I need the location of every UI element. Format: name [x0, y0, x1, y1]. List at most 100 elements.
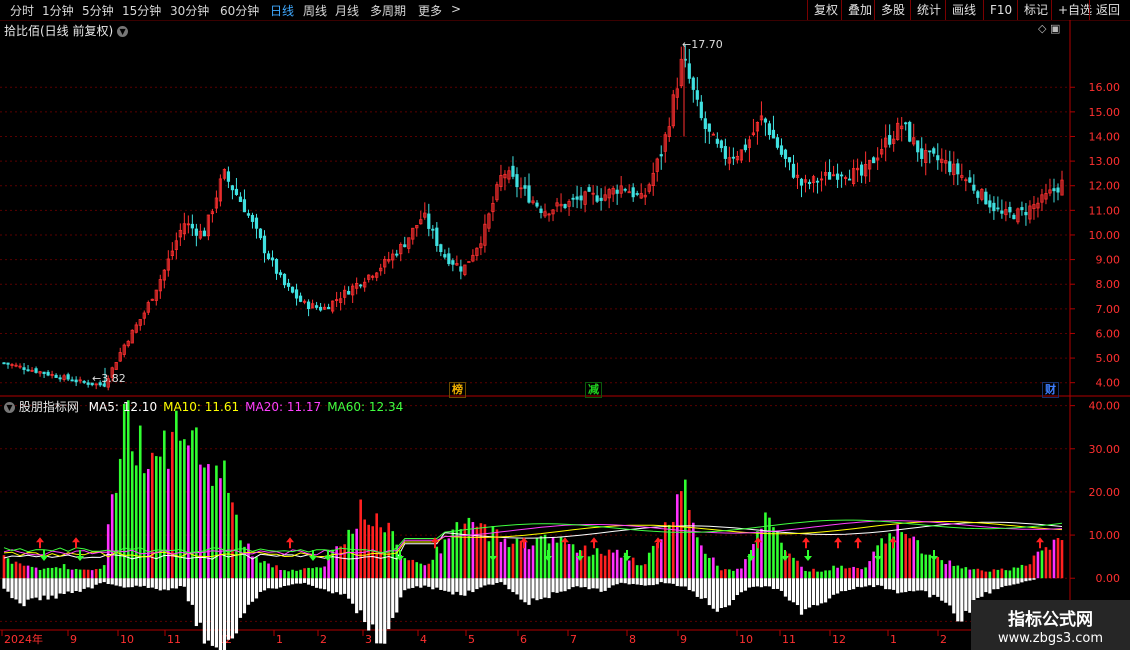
indicator-bar-neg	[715, 578, 719, 612]
watermark-line1: 指标公式网	[1008, 610, 1093, 630]
indicator-bar-pos	[463, 523, 467, 579]
marker-cai[interactable]: 财	[1042, 382, 1059, 398]
indicator-bar-neg	[130, 578, 134, 588]
indicator-bar-pos	[307, 567, 310, 579]
indicator-bar-neg	[723, 578, 727, 608]
time-axis-label: 10	[120, 633, 134, 646]
price-tick-label: 10.00	[1089, 229, 1121, 242]
indicator-bar-pos	[207, 464, 210, 579]
indicator-bar-pos	[948, 560, 952, 579]
candle-body	[563, 204, 567, 209]
indicator-bar-pos	[1028, 564, 1032, 579]
indicator-bar-neg	[1000, 578, 1004, 588]
indicator-bar-neg	[539, 578, 543, 600]
indicator-bar-neg	[194, 578, 198, 627]
candle-body	[904, 122, 908, 125]
indicator-bar-pos	[804, 570, 807, 579]
candle-body	[202, 230, 206, 237]
indicator-bar-neg	[22, 578, 26, 607]
indicator-bar-neg	[759, 578, 764, 588]
candle-body	[936, 155, 940, 161]
indicator-bar-pos	[219, 478, 222, 579]
indicator-bar-pos	[712, 557, 715, 579]
indicator-bar-neg	[615, 578, 619, 585]
indicator-bar-pos	[363, 519, 366, 579]
indicator-bar-neg	[335, 578, 339, 593]
indicator-bar-pos	[1060, 540, 1064, 579]
candle-body	[431, 228, 435, 231]
candle-body	[427, 213, 431, 229]
candle-body	[1020, 207, 1024, 211]
indicator-bar-neg	[703, 578, 707, 599]
candle-body	[771, 129, 776, 139]
indicator-bar-pos	[627, 560, 631, 579]
indicator-bar-pos	[231, 502, 234, 579]
candle-body	[707, 123, 711, 132]
indicator-bar-pos	[154, 456, 158, 579]
time-axis-label: 8	[629, 633, 636, 646]
indicator-bar-neg	[888, 578, 892, 590]
indicator-bar-pos	[70, 569, 74, 579]
indicator-bar-pos	[283, 570, 286, 579]
indicator-bar-pos	[311, 568, 314, 579]
candle-body	[314, 305, 319, 308]
time-axis-label: 1	[890, 633, 897, 646]
indicator-bar-pos	[808, 571, 811, 579]
indicator-bar-pos	[263, 561, 266, 579]
indicator-bar-pos	[439, 553, 443, 579]
indicator-bar-neg	[643, 578, 647, 586]
indicator-bar-pos	[555, 542, 559, 579]
indicator-bar-neg	[595, 578, 599, 589]
candle-body	[916, 140, 920, 153]
indicator-bar-pos	[860, 569, 863, 579]
indicator-bar-neg	[375, 578, 379, 644]
indicator-bar-neg	[856, 578, 860, 587]
indicator-bar-pos	[531, 545, 535, 579]
indicator-bar-neg	[535, 578, 539, 601]
indicator-bar-pos	[158, 456, 162, 579]
indicator-bar-neg	[387, 578, 391, 630]
indicator-bar-neg	[202, 578, 206, 644]
candle-body	[695, 90, 699, 100]
candle-body	[691, 77, 695, 90]
indicator-bar-neg	[719, 578, 723, 609]
indicator-bar-neg	[860, 578, 864, 588]
indicator-bar-neg	[843, 578, 848, 592]
indicator-bar-pos	[864, 567, 867, 579]
indicator-bar-pos	[443, 539, 447, 579]
indicator-bar-neg	[234, 578, 239, 634]
indicator-bar-neg	[635, 578, 639, 585]
indicator-bar-pos	[587, 556, 591, 579]
indicator-bar-pos	[403, 558, 407, 579]
indicator-bar-neg	[739, 578, 743, 593]
indicator-bar-pos	[547, 543, 551, 579]
candle-body	[787, 157, 792, 163]
indicator-bar-neg	[110, 578, 114, 585]
indicator-bar-pos	[611, 552, 615, 579]
indicator-bar-neg	[1016, 578, 1020, 584]
indicator-bar-pos	[583, 545, 587, 579]
indicator-bar-neg	[591, 578, 595, 589]
candle-body	[571, 197, 575, 200]
title-dropdown-icon[interactable]: ▼	[117, 26, 129, 37]
indicator-bar-pos	[235, 514, 238, 579]
time-axis-label: 12	[832, 633, 846, 646]
indicator-bar-neg	[395, 578, 399, 613]
marker-bang[interactable]: 榜	[449, 382, 466, 398]
indicator-bar-pos	[1020, 564, 1024, 579]
indicator-bar-neg	[707, 578, 711, 606]
candle-body	[872, 157, 876, 164]
indicator-bar-pos	[239, 540, 242, 579]
marker-jian[interactable]: 减	[585, 382, 602, 398]
chart-settings-icons[interactable]: ◇ ▣	[1038, 22, 1060, 35]
indicator-bar-pos	[595, 548, 599, 579]
indicator-dropdown-icon[interactable]: ▼	[4, 402, 15, 413]
indicator-bar-neg	[118, 578, 122, 587]
indicator-bar-neg	[884, 578, 888, 590]
indicator-bar-neg	[847, 578, 852, 590]
indicator-bar-neg	[980, 578, 984, 597]
candle-body	[443, 254, 447, 258]
candle-body	[988, 200, 992, 208]
indicator-bar-pos	[960, 568, 964, 579]
candle-body	[347, 290, 351, 295]
